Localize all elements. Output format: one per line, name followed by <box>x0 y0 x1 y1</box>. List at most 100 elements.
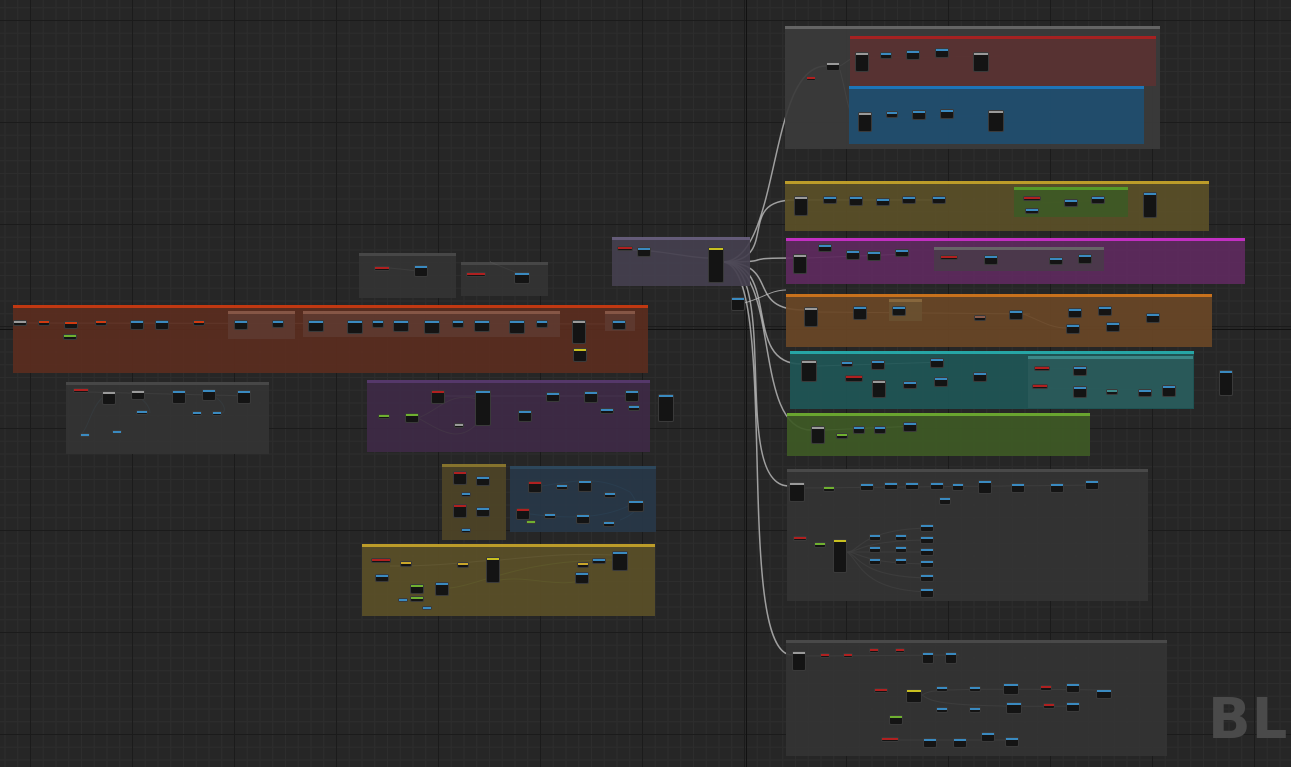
graph-node[interactable] <box>1066 324 1080 334</box>
graph-node[interactable] <box>940 255 958 260</box>
graph-node[interactable] <box>814 542 826 548</box>
graph-node[interactable] <box>453 504 467 518</box>
graph-node[interactable] <box>860 483 874 491</box>
graph-node[interactable] <box>1096 689 1112 699</box>
graph-node[interactable] <box>792 651 806 671</box>
graph-node[interactable] <box>920 536 934 544</box>
graph-node[interactable] <box>804 307 818 327</box>
graph-node[interactable] <box>973 372 987 382</box>
graph-node[interactable] <box>454 423 464 428</box>
graph-node[interactable] <box>940 109 954 119</box>
graph-node[interactable] <box>936 686 948 692</box>
graph-node[interactable] <box>625 390 639 402</box>
graph-node[interactable] <box>556 484 568 490</box>
graph-node[interactable] <box>422 606 432 610</box>
graph-node[interactable] <box>575 572 589 584</box>
graph-node[interactable] <box>576 514 590 524</box>
graph-node[interactable] <box>793 254 807 274</box>
graph-node[interactable] <box>881 737 899 742</box>
comment-box[interactable] <box>787 413 1090 456</box>
graph-node[interactable] <box>880 52 892 59</box>
graph-node[interactable] <box>461 492 471 497</box>
graph-node[interactable] <box>272 320 284 328</box>
graph-node[interactable] <box>869 558 881 565</box>
graph-node[interactable] <box>1025 208 1039 214</box>
graph-node[interactable] <box>637 247 651 257</box>
graph-node[interactable] <box>584 391 598 403</box>
graph-node[interactable] <box>874 688 888 693</box>
graph-node[interactable] <box>973 52 989 72</box>
graph-node[interactable] <box>212 411 222 416</box>
graph-node[interactable] <box>131 390 145 400</box>
graph-node[interactable] <box>906 50 920 60</box>
graph-node[interactable] <box>1085 480 1099 490</box>
graph-node[interactable] <box>871 360 885 370</box>
graph-node[interactable] <box>1009 310 1023 320</box>
graph-node[interactable] <box>414 265 428 277</box>
graph-node[interactable] <box>823 196 837 204</box>
graph-node[interactable] <box>546 392 560 402</box>
graph-node[interactable] <box>237 390 251 404</box>
graph-node[interactable] <box>811 426 825 444</box>
graph-node[interactable] <box>930 482 944 490</box>
graph-node[interactable] <box>872 380 886 398</box>
graph-node[interactable] <box>112 430 122 433</box>
graph-node[interactable] <box>509 320 525 334</box>
graph-node[interactable] <box>1049 257 1063 265</box>
graph-node[interactable] <box>1050 483 1064 493</box>
graph-node[interactable] <box>869 546 881 553</box>
graph-node[interactable] <box>536 320 548 328</box>
graph-node[interactable] <box>528 481 542 493</box>
graph-node[interactable] <box>38 320 50 326</box>
graph-node[interactable] <box>1066 683 1080 693</box>
graph-node[interactable] <box>920 574 934 582</box>
graph-node[interactable] <box>833 539 847 573</box>
graph-node[interactable] <box>969 707 981 713</box>
graph-node[interactable] <box>476 476 490 486</box>
graph-node[interactable] <box>920 588 934 598</box>
graph-node[interactable] <box>974 315 986 321</box>
graph-node[interactable] <box>895 534 907 541</box>
graph-node[interactable] <box>1106 389 1118 395</box>
graph-node[interactable] <box>895 558 907 565</box>
graph-node[interactable] <box>424 320 440 334</box>
graph-node[interactable] <box>372 320 384 328</box>
graph-node[interactable] <box>13 320 27 326</box>
graph-node[interactable] <box>801 360 817 382</box>
graph-node[interactable] <box>849 196 863 206</box>
graph-node[interactable] <box>628 405 640 411</box>
graph-node[interactable] <box>981 732 995 742</box>
blueprint-graph-canvas[interactable]: BLU <box>0 0 1291 767</box>
graph-node[interactable] <box>845 375 863 382</box>
graph-node[interactable] <box>846 250 860 260</box>
graph-node[interactable] <box>820 653 830 658</box>
graph-node[interactable] <box>988 110 1004 132</box>
comment-box[interactable] <box>612 237 750 286</box>
graph-node[interactable] <box>952 483 964 491</box>
graph-node[interactable] <box>920 560 934 568</box>
graph-node[interactable] <box>1106 322 1120 332</box>
graph-node[interactable] <box>486 557 500 583</box>
graph-node[interactable] <box>378 414 390 419</box>
graph-node[interactable] <box>578 480 592 492</box>
graph-node[interactable] <box>1064 199 1078 207</box>
graph-node[interactable] <box>347 320 363 334</box>
graph-node[interactable] <box>853 426 865 434</box>
graph-node[interactable] <box>308 320 324 332</box>
graph-node[interactable] <box>858 112 872 132</box>
graph-node[interactable] <box>518 410 532 422</box>
graph-node[interactable] <box>193 320 205 326</box>
graph-node[interactable] <box>1003 683 1019 695</box>
graph-node[interactable] <box>371 558 391 563</box>
graph-node[interactable] <box>1162 385 1176 397</box>
graph-node[interactable] <box>932 196 946 204</box>
graph-node[interactable] <box>806 76 816 81</box>
graph-node[interactable] <box>920 548 934 556</box>
graph-node[interactable] <box>793 536 807 541</box>
graph-node[interactable] <box>202 389 216 401</box>
graph-node[interactable] <box>405 413 419 423</box>
graph-node[interactable] <box>475 390 491 426</box>
graph-node[interactable] <box>1040 685 1052 691</box>
graph-node[interactable] <box>853 306 867 320</box>
graph-node[interactable] <box>895 546 907 553</box>
